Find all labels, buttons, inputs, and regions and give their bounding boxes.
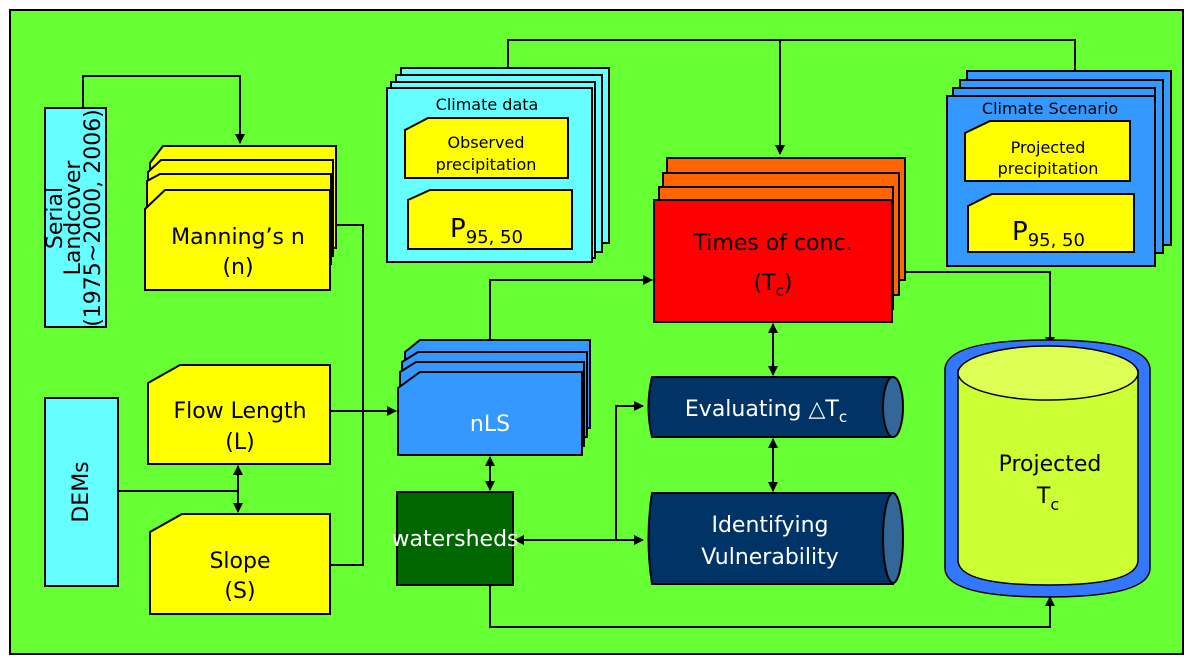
mannings-symbol: (n) — [222, 255, 253, 280]
projected-line1: Projected — [1011, 138, 1086, 157]
slope-label: Slope — [209, 549, 270, 574]
observed-line2: precipitation — [436, 155, 537, 174]
nls-label: nLS — [470, 412, 510, 437]
identifying-line2: Vulnerability — [701, 545, 839, 570]
nls-card: nLS — [397, 339, 591, 456]
identifying-vulnerability-process: Identifying Vulnerability — [647, 492, 904, 585]
evaluating-label: Evaluating △Tc — [685, 397, 847, 426]
dems-label: DEMs — [69, 461, 94, 522]
observed-line1: Observed — [448, 133, 525, 152]
times-label: Times of conc. — [692, 231, 852, 256]
watersheds-box: watersheds — [391, 491, 519, 586]
flow-length-card: Flow Length (L) — [147, 364, 331, 465]
times-symbol: (Tc) — [754, 271, 793, 300]
flow-length-symbol: (L) — [225, 430, 254, 455]
evaluating-delta-tc-process: Evaluating △Tc — [647, 376, 904, 438]
climate-data-stack: Climate data Observed precipitation P95,… — [386, 67, 610, 263]
projected-tc-label: Projected — [999, 452, 1102, 477]
flow-length-label: Flow Length — [173, 399, 306, 424]
identifying-line1: Identifying — [711, 513, 828, 538]
slope-symbol: (S) — [224, 579, 255, 604]
landcover-line3: (1975~2000, 2006) — [81, 109, 106, 327]
serial-landcover-box: Serial Landcover (1975~2000, 2006) — [43, 107, 107, 328]
mannings-n-card: Manning’s n (n) — [144, 145, 337, 291]
climate-data-title: Climate data — [436, 95, 539, 114]
climate-scenario-stack: Climate Scenario Projected precipitation… — [946, 70, 1172, 267]
climate-scenario-title: Climate Scenario — [982, 99, 1118, 118]
projected-line2: precipitation — [998, 159, 1099, 178]
dems-box: DEMs — [44, 397, 119, 587]
projected-tc-store: Projected Tc — [944, 339, 1151, 598]
workflow-diagram: Serial Landcover (1975~2000, 2006) DEMs … — [9, 9, 1184, 655]
watersheds-label: watersheds — [391, 527, 518, 552]
slope-card: Slope (S) — [149, 513, 331, 615]
times-of-concentration-stack: Times of conc. (Tc) — [653, 157, 906, 323]
mannings-label: Manning’s n — [171, 225, 305, 250]
